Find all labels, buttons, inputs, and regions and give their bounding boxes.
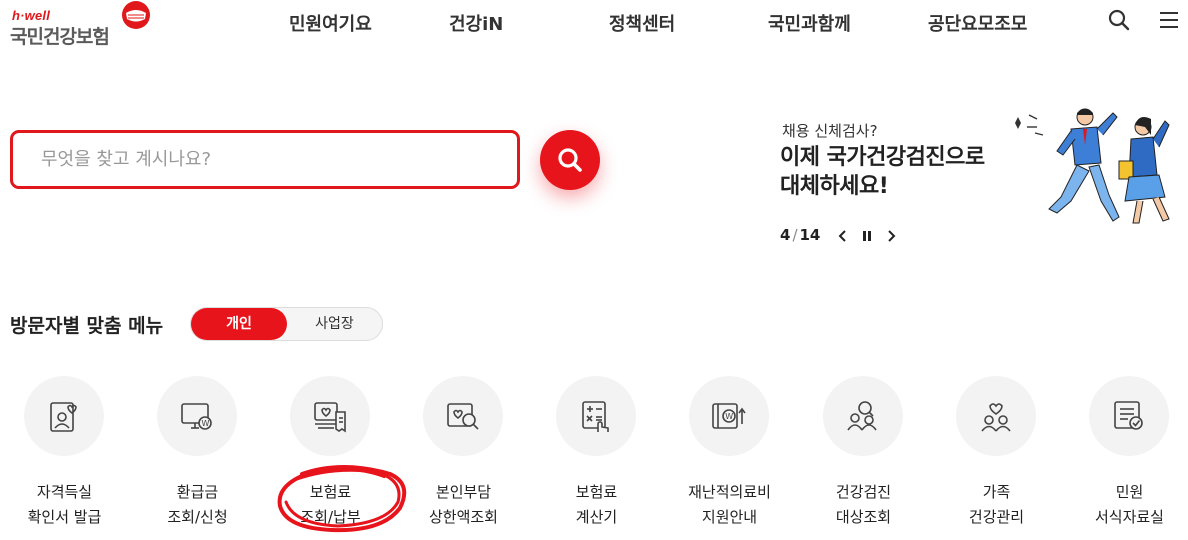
menu-label-line2: 계산기 (575, 508, 618, 526)
menu-icon-bg (1089, 376, 1169, 456)
menu-label-line1: 가족 (982, 483, 1011, 501)
pager-total: 14 (799, 226, 821, 244)
certificate-icon (50, 402, 77, 432)
logo-wordmark: 국민건강보험 (10, 26, 110, 48)
menu-item-label: 보험료 조회/납부 (264, 480, 397, 530)
menu-label-line1: 본인부담 (435, 483, 492, 501)
menu-label-line2: 조회/신청 (167, 508, 228, 526)
menu-item-premium-calculator[interactable]: 보험료 계산기 (530, 376, 663, 540)
menu-item-label: 건강검진 대상조회 (797, 480, 930, 530)
pager-separator: / (792, 226, 798, 244)
menu-item-premium-payment[interactable]: 보험료 조회/납부 (264, 376, 397, 540)
menu-icon-bg (823, 376, 903, 456)
menu-item-label: 환급금 조회/신청 (131, 480, 264, 530)
menu-label-line2: 상한액조회 (428, 508, 498, 526)
menu-label-line1: 보험료 (575, 483, 618, 501)
menu-label-line2: 확인서 발급 (27, 508, 102, 526)
chevron-right-icon[interactable] (883, 228, 899, 244)
logo[interactable]: h·well 국민건강보험 (10, 1, 155, 48)
banner-title-line1: 이제 국가건강검진으로 (780, 145, 985, 170)
menu-label-line2: 조회/납부 (300, 508, 361, 526)
search-icon[interactable] (1107, 8, 1131, 32)
banner-title[interactable]: 이제 국가건강검진으로 대체하세요! (780, 143, 985, 201)
menu-item-family-health[interactable]: 가족 건강관리 (930, 376, 1063, 540)
menu-item-label: 민원 서식자료실 (1063, 480, 1188, 530)
visitor-menu-title: 방문자별 맞춤 메뉴 (10, 315, 164, 337)
menu-label-line2: 서식자료실 (1094, 508, 1164, 526)
visitor-type-toggle: 개인 사업장 (190, 307, 383, 341)
menu-label-line1: 보험료 (309, 483, 352, 501)
svg-text:W: W (202, 419, 210, 428)
nav-item-health-in[interactable]: 건강iN (449, 10, 503, 36)
checkup-people-icon (847, 401, 877, 431)
search-button[interactable] (540, 130, 600, 190)
forms-document-icon (1114, 401, 1143, 430)
menu-icon-bg: W (689, 376, 769, 456)
nav-item-policy[interactable]: 정책센터 (609, 10, 675, 36)
banner-subtitle: 채용 신체검사? (782, 122, 878, 140)
menu-item-eligibility-certificate[interactable]: 자격득실 확인서 발급 (0, 376, 131, 540)
pause-icon[interactable] (859, 228, 875, 244)
search-box (10, 130, 520, 189)
menu-item-refund[interactable]: W 환급금 조회/신청 (131, 376, 264, 540)
medical-support-icon: W (712, 403, 746, 429)
menu-item-forms-library[interactable]: 민원 서식자료실 (1063, 376, 1188, 540)
menu-icon-bg (956, 376, 1036, 456)
hamburger-menu-icon[interactable] (1157, 8, 1181, 32)
menu-item-label: 재난적의료비 지원안내 (663, 480, 796, 530)
copay-search-icon (447, 403, 479, 430)
menu-label-line1: 환급금 (176, 483, 219, 501)
pager-current: 4 (780, 226, 791, 244)
menu-item-label: 가족 건강관리 (930, 480, 1063, 530)
premium-receipt-icon (314, 402, 346, 433)
svg-text:W: W (725, 412, 733, 421)
nav-item-civil[interactable]: 민원여기요 (289, 10, 372, 36)
nav-item-together[interactable]: 국민과함께 (768, 10, 851, 36)
menu-label-line1: 자격득실 (36, 483, 93, 501)
menu-label-line2: 대상조회 (835, 508, 892, 526)
menu-label-line2: 건강관리 (968, 508, 1025, 526)
menu-item-label: 본인부담 상한액조회 (397, 480, 530, 530)
menu-icon-bg: W (157, 376, 237, 456)
menu-icon-bg (290, 376, 370, 456)
banner-pager: 4/14 (780, 226, 820, 244)
tab-business[interactable]: 사업장 (287, 308, 382, 340)
family-care-icon (981, 403, 1011, 432)
menu-item-checkup-eligibility[interactable]: 건강검진 대상조회 (797, 376, 930, 540)
refund-monitor-icon: W (181, 403, 212, 430)
menu-icon-bg (24, 376, 104, 456)
search-input[interactable] (13, 133, 517, 186)
menu-item-label: 보험료 계산기 (530, 480, 663, 530)
menu-item-copay-limit[interactable]: 본인부담 상한액조회 (397, 376, 530, 540)
menu-label-line1: 건강검진 (835, 483, 892, 501)
menu-item-label: 자격득실 확인서 발급 (0, 480, 131, 530)
nav-item-about[interactable]: 공단요모조모 (928, 10, 1027, 36)
chevron-left-icon[interactable] (835, 228, 851, 244)
search-icon (558, 148, 582, 172)
logo-mask-icon (122, 1, 150, 29)
banner-illustration (1015, 108, 1170, 224)
menu-label-line1: 민원 (1115, 483, 1144, 501)
logo-tagline: h·well (12, 8, 51, 23)
menu-label-line1: 재난적의료비 (688, 483, 771, 501)
calculator-icon (582, 401, 609, 432)
menu-icon-bg (423, 376, 503, 456)
menu-item-catastrophic-medical[interactable]: W 재난적의료비 지원안내 (663, 376, 796, 540)
banner-title-line2: 대체하세요! (780, 174, 889, 199)
menu-label-line2: 지원안내 (701, 508, 758, 526)
menu-icon-bg (556, 376, 636, 456)
quick-menu-grid: 자격득실 확인서 발급 W 환급금 조회/신청 보험료 조회/납부 본인부담 상… (0, 376, 1188, 540)
tab-individual[interactable]: 개인 (191, 308, 287, 340)
